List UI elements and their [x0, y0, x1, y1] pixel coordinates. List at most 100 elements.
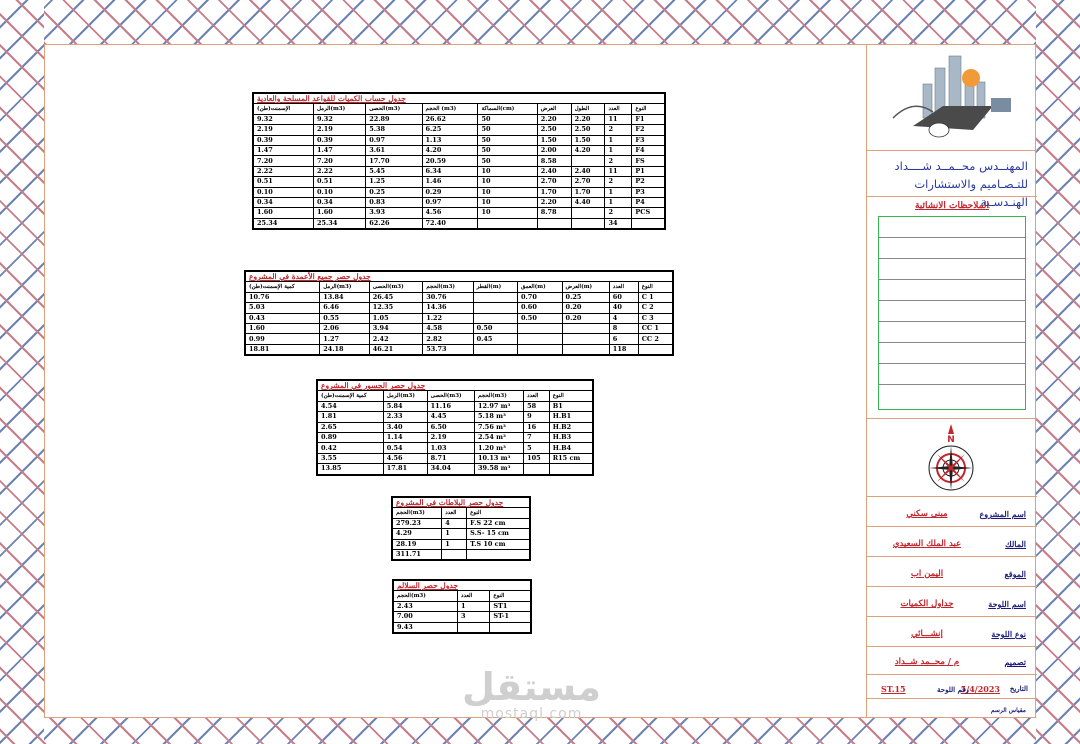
- column-header: الحجم(m3): [422, 281, 474, 293]
- table-cell: 22.89: [365, 113, 423, 126]
- table-cell: 1.70: [536, 186, 572, 198]
- table-cell: 6: [608, 333, 639, 345]
- table-cell: 17.70: [365, 155, 423, 167]
- table-cell: 1.50: [536, 134, 572, 146]
- table-cell: 0.70: [517, 291, 563, 304]
- table-cell: 5.45: [365, 165, 423, 178]
- table-cell: B1: [548, 400, 594, 413]
- table-cell: 2.33: [382, 411, 428, 423]
- table-cell: 39.58 m³: [474, 463, 525, 476]
- table-cell: 2.65: [316, 421, 384, 433]
- table-row: 2.65 3.40 6.50 7.56 m³ 16 H.B2: [316, 421, 594, 433]
- table-row: 10.76 13.84 26.45 30.76 0.70 0.25 60 C 1: [244, 291, 674, 304]
- table-row: 0.43 0.55 1.05 1.22 0.50 0.20 4 C 3: [244, 312, 674, 324]
- column-header: النوع: [548, 390, 594, 402]
- table-row: 9.43: [392, 621, 532, 634]
- table-cell: [561, 322, 610, 335]
- table-cell: 0.60: [517, 302, 563, 314]
- title-block-label: نوع اللوحة: [991, 629, 1026, 639]
- table-cell: 2: [604, 207, 633, 219]
- table-cell: [466, 548, 531, 561]
- table-cell: 0.99: [244, 333, 321, 345]
- table-cell: 4.56: [382, 452, 428, 465]
- table-cell: 10.76: [244, 291, 321, 304]
- table-cell: 4.20: [421, 144, 479, 157]
- column-header: الحجم(m3): [391, 507, 443, 519]
- table-cell: 4.45: [426, 411, 476, 423]
- table-cell: 9.43: [392, 621, 458, 634]
- table-cell: 2: [604, 124, 633, 136]
- table-title: جدول حساب الكميات للقواعد المسلحة والعاد…: [252, 92, 666, 105]
- table-title: جدول حصر البلاطات في المشروع: [391, 496, 531, 509]
- column-header: كمية الإسمنت(طن): [244, 281, 321, 293]
- table-cell: P4: [631, 196, 666, 209]
- north-compass-icon: N: [919, 422, 983, 494]
- table-cell: [472, 291, 519, 304]
- table-cell: 50: [477, 144, 538, 157]
- table-cell: 0.34: [252, 196, 314, 209]
- table-cell: 2.00: [536, 144, 572, 157]
- table-cell: 1.22: [422, 312, 474, 324]
- table-cell: 12.97 m³: [474, 400, 525, 413]
- table-cell: H.B1: [548, 411, 594, 423]
- table-cell: 7.00: [392, 611, 458, 623]
- table-cell: 0.97: [421, 196, 479, 209]
- table-row: 3.55 4.56 8.71 10.13 m³ 105 R15 cm: [316, 452, 594, 465]
- table-cell: [523, 463, 550, 476]
- table-cell: H.B4: [548, 442, 594, 454]
- table-cell: 9: [523, 411, 550, 423]
- table-cell: 0.51: [312, 176, 367, 188]
- column-header: الحجم(m3): [392, 590, 458, 602]
- table-cell: 3: [456, 611, 491, 623]
- table-cell: 46.21: [368, 343, 424, 356]
- table-cell: H.B3: [548, 431, 594, 444]
- table-cell: 2: [604, 176, 633, 188]
- table-cell: 1: [604, 196, 633, 209]
- table-row: 1.60 1.60 3.93 4.56 10 8.78 2 PCS: [252, 207, 666, 219]
- column-header: الإسمنت(طن): [252, 103, 314, 115]
- title-block-label: المالك: [1005, 539, 1026, 549]
- table-cell: 2.22: [312, 165, 367, 178]
- table-title: جدول حصر السلالم: [392, 579, 532, 592]
- table-cell: [570, 155, 606, 167]
- table-cell: 1: [604, 144, 633, 157]
- title-block-value: عبد الملك السعيدي: [892, 539, 962, 549]
- table-cell: 9.32: [252, 113, 314, 126]
- table-title-row: جدول حصر السلالم: [392, 579, 532, 592]
- table-cell: CC 2: [637, 333, 674, 345]
- table-row: 0.89 1.14 2.19 2.54 m³ 7 H.B3: [316, 431, 594, 444]
- table-cell: 6.50: [426, 421, 476, 433]
- table-cell: 4: [441, 517, 468, 530]
- table-cell: [477, 217, 538, 230]
- table-cell: CC 1: [637, 322, 674, 335]
- table-cell: 5.03: [244, 302, 321, 314]
- table-cell: T.S 10 cm: [466, 538, 531, 550]
- table-title-row: جدول حصر البلاطات في المشروع: [391, 496, 531, 509]
- table-row: 7.00 3 ST-1: [392, 611, 532, 623]
- table-title-row: جدول حساب الكميات للقواعد المسلحة والعاد…: [252, 92, 666, 105]
- table-cell: 0.39: [312, 134, 367, 146]
- table-cell: 2.70: [536, 176, 572, 188]
- table-cell: 1.60: [252, 207, 314, 219]
- table-cell: 7.20: [252, 155, 314, 167]
- table-cell: 2.42: [368, 333, 424, 345]
- table-cell: [517, 343, 563, 356]
- table-cell: 1.05: [368, 312, 424, 324]
- title-block-label: اسم اللوحة: [988, 599, 1026, 609]
- title-block-label: الموقع: [1004, 569, 1027, 579]
- engineer-line-1: المهنــدس محــمــد شــــداد: [894, 159, 1028, 173]
- table-cell: 1: [456, 600, 491, 613]
- table-cell: F3: [631, 134, 666, 146]
- table-cell: 6.46: [319, 302, 370, 314]
- table-header-row: الإسمنت(طن) الرمل(m3) الحصى(m3) الحجم (m3) ا…: [252, 103, 666, 115]
- table-cell: F1: [631, 113, 666, 126]
- table-row: 2.22 2.22 5.45 6.34 10 2.40 2.40 11 P1: [252, 165, 666, 178]
- table-row: 4.29 1 S.S- 15 cm: [391, 528, 531, 540]
- table-cell: 4: [608, 312, 639, 324]
- scale-label: مقياس الرسم: [990, 707, 1026, 714]
- table-cell: 2.19: [252, 124, 314, 136]
- table-cell: 2.50: [570, 124, 606, 136]
- watermark: مستقل mostaql.com: [462, 668, 601, 722]
- table-cell: 1.70: [570, 186, 606, 198]
- table-cell: 50: [477, 113, 538, 126]
